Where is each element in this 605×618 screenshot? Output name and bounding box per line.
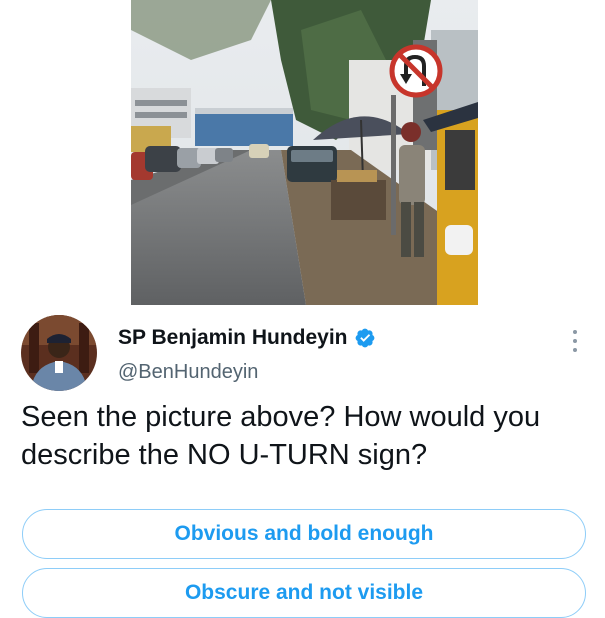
street-photo-image xyxy=(131,0,478,305)
tweet-photo[interactable] xyxy=(131,0,478,305)
verified-badge-icon xyxy=(355,328,374,348)
poll-option-1[interactable]: Obvious and bold enough xyxy=(22,509,586,559)
avatar[interactable] xyxy=(21,315,97,391)
author-name[interactable]: SP Benjamin Hundeyin xyxy=(118,326,348,350)
more-dot xyxy=(573,339,577,343)
author-handle[interactable]: @BenHundeyin xyxy=(118,361,258,384)
poll-option-label: Obscure and not visible xyxy=(184,581,424,604)
more-dot xyxy=(573,330,577,334)
more-dot xyxy=(573,348,577,352)
author-row: SP Benjamin Hundeyin xyxy=(118,326,376,350)
tweet-text: Seen the picture above? How would you de… xyxy=(21,401,541,471)
profile-photo-image xyxy=(21,315,97,391)
no-u-turn-sign-icon xyxy=(389,44,443,98)
poll-option-label: Obvious and bold enough xyxy=(174,522,434,545)
more-options-icon[interactable] xyxy=(568,330,582,352)
